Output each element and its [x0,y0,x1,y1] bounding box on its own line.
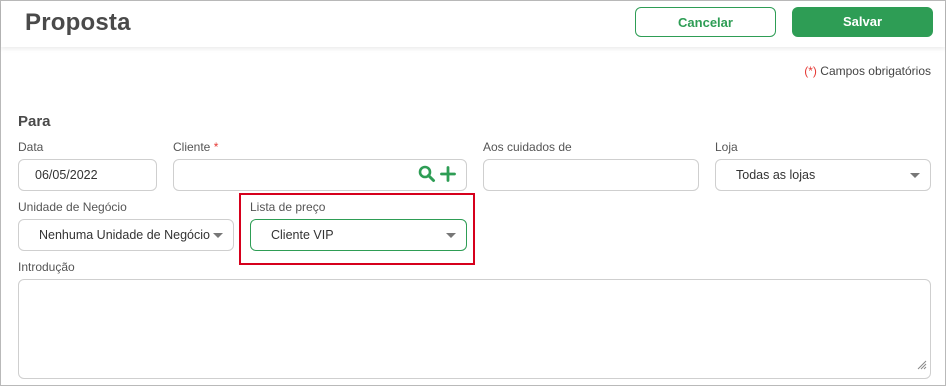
introducao-label: Introdução [18,260,75,274]
aos-cuidados-field[interactable] [483,159,699,191]
chevron-down-icon [446,233,456,238]
aos-cuidados-label: Aos cuidados de [483,140,572,154]
lista-preco-label: Lista de preço [250,200,326,214]
save-button[interactable]: Salvar [792,7,933,37]
data-label: Data [18,140,44,154]
cancel-button[interactable]: Cancelar [635,7,776,37]
data-field[interactable]: 06/05/2022 [18,159,157,191]
data-value: 06/05/2022 [35,168,98,182]
cliente-field[interactable] [173,159,467,191]
required-mark: (*) [804,64,817,78]
introducao-textarea[interactable] [18,279,931,379]
resize-handle-icon[interactable] [917,357,927,375]
lista-preco-select[interactable]: Cliente VIP [250,219,467,251]
lista-preco-value: Cliente VIP [271,228,334,242]
loja-select[interactable]: Todas as lojas [715,159,931,191]
chevron-down-icon [213,233,223,238]
add-icon[interactable] [440,165,456,185]
loja-label: Loja [715,140,738,154]
unidade-label: Unidade de Negócio [18,200,127,214]
required-fields-note: (*) Campos obrigatórios [804,64,931,78]
chevron-down-icon [910,173,920,178]
loja-value: Todas as lojas [736,168,816,182]
required-note-text: Campos obrigatórios [816,64,931,78]
cliente-label-text: Cliente [173,140,211,154]
cliente-label: Cliente * [173,140,218,154]
unidade-value: Nenhuma Unidade de Negócio [39,228,210,242]
unidade-select[interactable]: Nenhuma Unidade de Negócio [18,219,234,251]
page-title: Proposta [25,9,131,36]
section-title: Para [18,113,51,130]
search-icon[interactable] [418,165,436,186]
cliente-required-mark: * [213,140,219,154]
